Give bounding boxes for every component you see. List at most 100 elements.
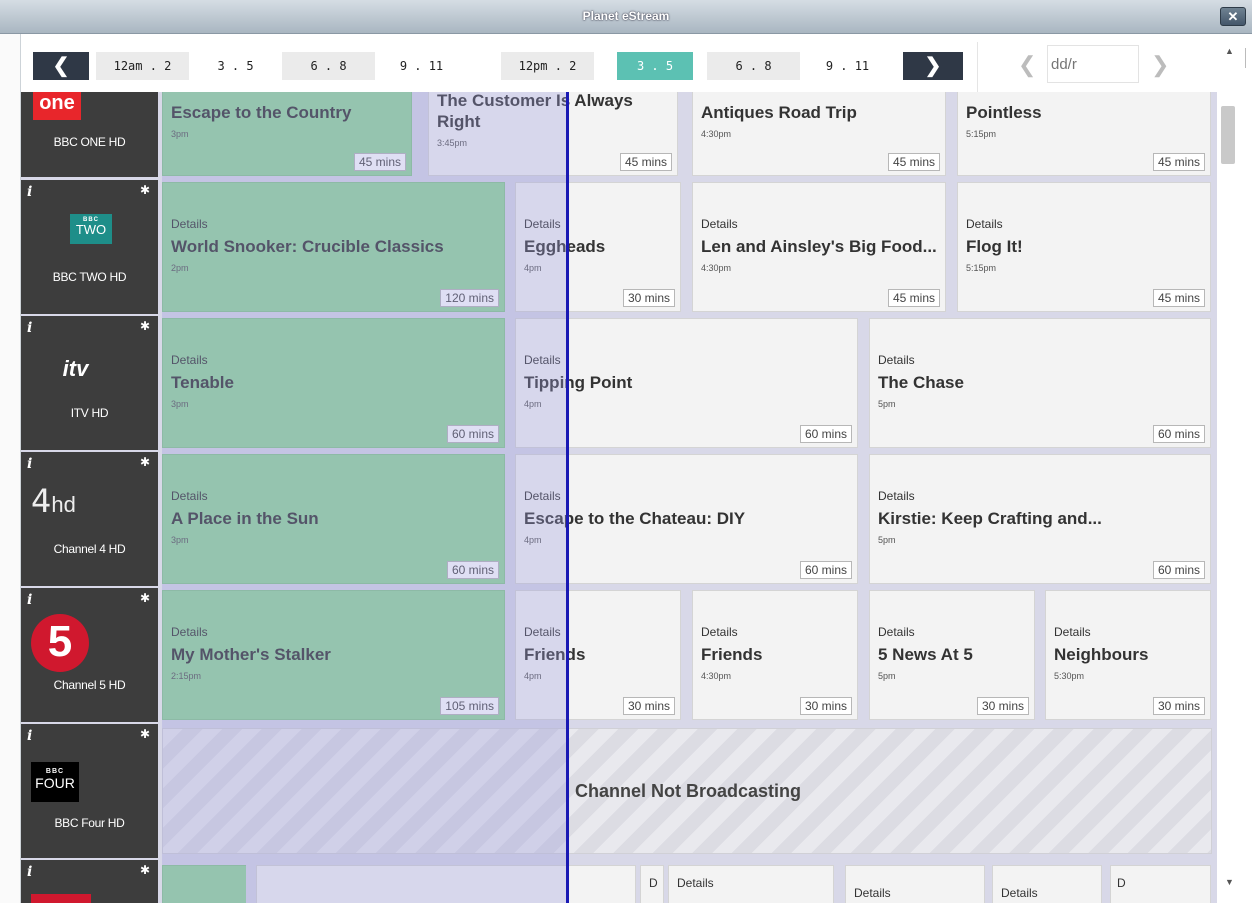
close-button[interactable]: ✕ — [1220, 7, 1246, 26]
details-link[interactable]: Details — [171, 625, 208, 639]
programme-cell[interactable]: Antiques Road Trip 4:30pm 45 mins — [692, 80, 946, 176]
details-link[interactable]: Details — [966, 217, 1003, 231]
programme-cell-partial[interactable]: Details — [845, 865, 985, 903]
programme-cell[interactable]: Details A Place in the Sun 3pm 60 mins — [162, 454, 505, 584]
channel-logo-partial — [31, 894, 91, 903]
channel-bbc-four[interactable]: i ✱ BBC FOUR BBC Four HD — [21, 724, 158, 858]
details-link[interactable]: Details — [524, 625, 561, 639]
programme-cell-partial[interactable]: Details — [668, 865, 834, 903]
programme-cell[interactable]: Details Eggheads 4pm 30 mins — [515, 182, 681, 312]
pin-icon[interactable]: ✱ — [140, 319, 150, 333]
details-link[interactable]: Details — [171, 217, 208, 231]
details-link[interactable]: Details — [701, 625, 738, 639]
info-icon[interactable]: i — [27, 864, 32, 880]
time-slot-5-active[interactable]: 3 . 5 — [617, 52, 693, 80]
pin-icon[interactable]: ✱ — [140, 863, 150, 877]
info-icon[interactable]: i — [27, 592, 32, 608]
programme-cell-partial[interactable]: Details — [992, 865, 1102, 903]
programme-cell-partial[interactable] — [256, 865, 636, 903]
programme-cell[interactable]: Details Friends 4pm 30 mins — [515, 590, 681, 720]
details-link[interactable]: Details — [171, 489, 208, 503]
programme-cell[interactable]: Details Len and Ainsley's Big Food... 4:… — [692, 182, 946, 312]
details-link[interactable]: Details — [701, 217, 738, 231]
time-slot-0[interactable]: 12am . 2 — [96, 52, 189, 80]
programme-title: Kirstie: Keep Crafting and... — [878, 509, 1102, 528]
scroll-down-icon[interactable]: ▼ — [1225, 877, 1234, 887]
programme-duration: 45 mins — [1152, 289, 1205, 307]
window-frame-left — [0, 34, 21, 903]
details-link[interactable]: Details — [524, 489, 561, 503]
time-slot-4[interactable]: 12pm . 2 — [501, 52, 594, 80]
details-link[interactable]: Details — [524, 353, 561, 367]
programme-duration: 60 mins — [1152, 425, 1205, 443]
pin-icon[interactable]: ✱ — [140, 455, 150, 469]
channel-itv[interactable]: i ✱ itv ITV HD — [21, 316, 158, 450]
channel-name: Channel 4 HD — [53, 542, 126, 556]
details-link[interactable]: Details — [878, 489, 915, 503]
time-slot-7[interactable]: 9 . 11 — [800, 52, 895, 80]
pin-icon[interactable]: ✱ — [140, 727, 150, 741]
time-slot-3[interactable]: 9 . 11 — [375, 52, 468, 80]
programme-cell[interactable]: Details World Snooker: Crucible Classics… — [162, 182, 505, 312]
programme-cell[interactable]: Pointless 5:15pm 45 mins — [957, 80, 1211, 176]
programme-cell[interactable]: Details Flog It! 5:15pm 45 mins — [957, 182, 1211, 312]
bbc-one-logo-mark: one — [33, 92, 81, 120]
scroll-thumb[interactable] — [1221, 106, 1235, 164]
time-slot-6[interactable]: 6 . 8 — [707, 52, 800, 80]
programme-time: 5pm — [878, 399, 896, 409]
info-icon[interactable]: i — [27, 456, 32, 472]
details-link[interactable]: Details — [171, 353, 208, 367]
programme-cell[interactable]: Details Neighbours 5:30pm 30 mins — [1045, 590, 1211, 720]
details-link[interactable]: Details — [878, 353, 915, 367]
programme-cell[interactable]: Details 5 News At 5 5pm 30 mins — [869, 590, 1035, 720]
channel-bbc-one[interactable]: one BBC ONE HD — [21, 92, 158, 177]
time-slot-2[interactable]: 6 . 8 — [282, 52, 375, 80]
details-link[interactable]: Details — [677, 876, 714, 890]
programme-cell[interactable]: Escape to the Country 3pm 45 mins — [162, 80, 412, 176]
vertical-scrollbar[interactable]: ▲ ▼ — [1217, 34, 1252, 903]
programme-duration: 30 mins — [622, 697, 675, 715]
time-prev-button[interactable]: ❮ — [33, 52, 89, 80]
scrollbar-divider — [1245, 48, 1246, 68]
programme-time: 3pm — [171, 399, 189, 409]
details-link[interactable]: Details — [854, 886, 891, 900]
programme-cell-partial[interactable]: D — [1110, 865, 1211, 903]
details-link[interactable]: Details — [524, 217, 561, 231]
time-slot-1[interactable]: 3 . 5 — [189, 52, 282, 80]
scroll-up-icon[interactable]: ▲ — [1225, 46, 1234, 56]
details-link[interactable]: D — [649, 876, 658, 890]
pin-icon[interactable]: ✱ — [140, 591, 150, 605]
details-link[interactable]: Details — [1054, 625, 1091, 639]
date-next-icon[interactable]: ❯ — [1151, 52, 1169, 78]
programme-cell[interactable]: Details Tenable 3pm 60 mins — [162, 318, 505, 448]
info-icon[interactable]: i — [27, 184, 32, 200]
programme-cell[interactable]: The Customer Is Always Right 3:45pm 45 m… — [428, 80, 678, 176]
channel-4[interactable]: i ✱ 4hd Channel 4 HD — [21, 452, 158, 586]
not-broadcasting-cell: Channel Not Broadcasting — [162, 728, 1212, 854]
date-input[interactable] — [1047, 45, 1139, 83]
channel-bbc-two[interactable]: i ✱ BBC TWO BBC TWO HD — [21, 180, 158, 314]
programme-cell[interactable]: Details Friends 4:30pm 30 mins — [692, 590, 858, 720]
programme-cell-partial[interactable] — [162, 865, 246, 903]
info-icon[interactable]: i — [27, 320, 32, 336]
date-prev-icon[interactable]: ❮ — [1018, 52, 1036, 78]
details-link[interactable]: Details — [878, 625, 915, 639]
programme-title: My Mother's Stalker — [171, 645, 331, 664]
channel-next-partial[interactable]: i ✱ — [21, 860, 158, 903]
programme-duration: 60 mins — [799, 425, 852, 443]
programme-title: Pointless — [966, 103, 1042, 122]
itv-logo-mark: itv — [62, 356, 89, 381]
pin-icon[interactable]: ✱ — [140, 183, 150, 197]
channel-5[interactable]: i ✱ 5 Channel 5 HD — [21, 588, 158, 722]
info-icon[interactable]: i — [27, 728, 32, 744]
details-link[interactable]: Details — [1001, 886, 1038, 900]
programme-cell[interactable]: Details Kirstie: Keep Crafting and... 5p… — [869, 454, 1211, 584]
programme-time: 4pm — [524, 399, 542, 409]
programme-cell-partial[interactable]: D — [640, 865, 664, 903]
time-next-button[interactable]: ❯ — [903, 52, 963, 80]
programme-time: 4:30pm — [701, 129, 732, 139]
title-bar: Planet eStream ✕ — [0, 0, 1252, 34]
programme-cell[interactable]: Details The Chase 5pm 60 mins — [869, 318, 1211, 448]
details-link[interactable]: D — [1117, 876, 1126, 890]
programme-cell[interactable]: Details My Mother's Stalker 2:15pm 105 m… — [162, 590, 505, 720]
